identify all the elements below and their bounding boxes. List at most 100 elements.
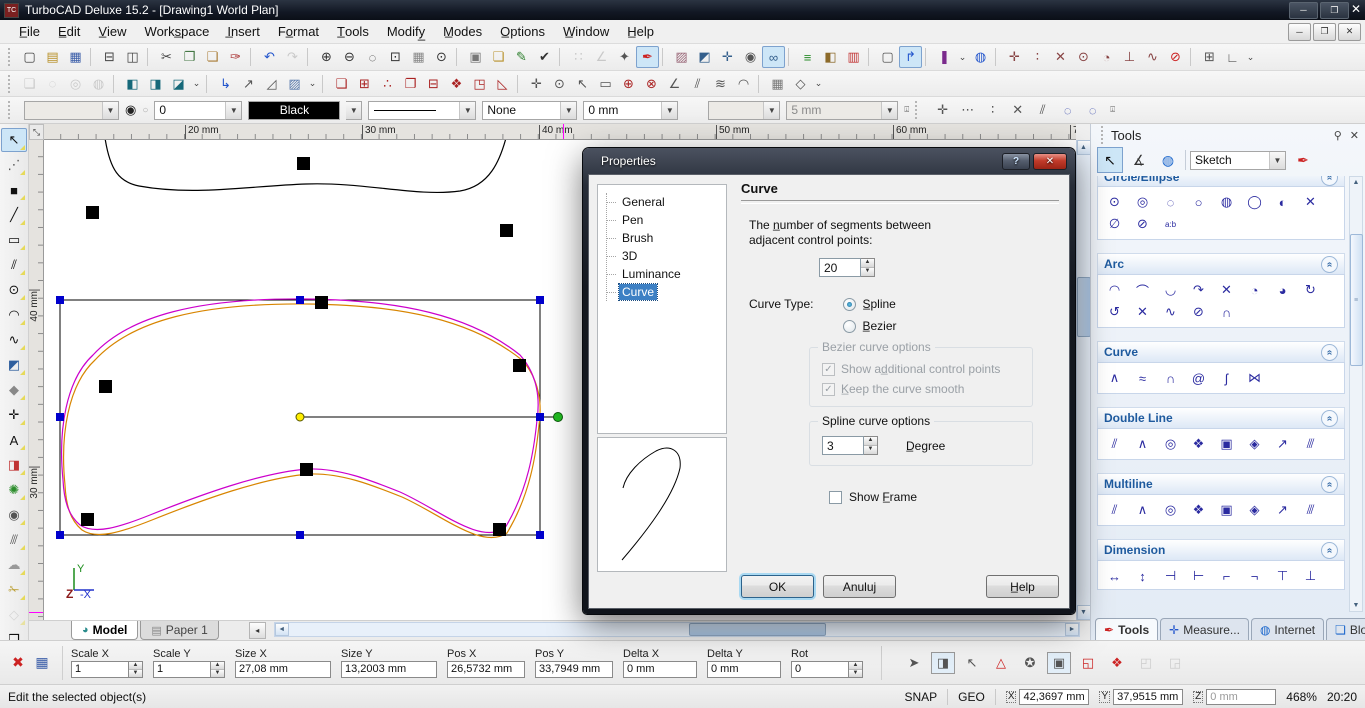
control-point[interactable] bbox=[315, 296, 328, 309]
fill-tool-icon[interactable]: ◨ bbox=[1, 453, 27, 477]
menu-item[interactable]: I̲nsert bbox=[218, 22, 269, 41]
snap-center-icon[interactable]: ⊙ bbox=[1072, 46, 1095, 68]
show-additional-points-checkbox[interactable]: ✓ bbox=[822, 363, 835, 376]
spline-radio[interactable] bbox=[843, 298, 856, 311]
toolbar-grip[interactable] bbox=[8, 75, 14, 93]
line-width-dropdown[interactable]: 0 mm▼ bbox=[583, 101, 678, 120]
tab-paper1[interactable]: ▤Paper 1 bbox=[140, 621, 218, 640]
dline-circle-icon[interactable]: ◎ bbox=[1162, 436, 1179, 452]
no-snap-icon[interactable]: ⊘ bbox=[1164, 46, 1187, 68]
circle-3point-icon[interactable]: ○ bbox=[1190, 194, 1207, 210]
snap-vertex-icon[interactable]: ✛ bbox=[1003, 46, 1026, 68]
insert-picture-icon[interactable]: ▨ bbox=[670, 46, 693, 68]
visibility-eye-icon[interactable]: ◉ bbox=[125, 102, 136, 118]
zoom-previous-icon[interactable]: ◌ bbox=[361, 46, 384, 68]
tree-item-general[interactable]: General bbox=[607, 193, 726, 211]
menu-item[interactable]: T̲ools bbox=[328, 22, 378, 41]
ok-button[interactable]: OK bbox=[741, 575, 814, 598]
toolbar-overflow2-icon[interactable]: ⌄ bbox=[1244, 46, 1257, 68]
scroll-left-icon[interactable]: ◄ bbox=[275, 623, 289, 636]
mdi-close-button[interactable]: ✕ bbox=[1338, 23, 1361, 41]
snap-cross-icon[interactable]: ✕ bbox=[1006, 99, 1029, 121]
dline-polygon-icon[interactable]: ❖ bbox=[1190, 436, 1207, 452]
circle-center-radius-icon[interactable]: ⊙ bbox=[1106, 194, 1123, 210]
move-tool-icon[interactable]: ✛ bbox=[1, 403, 27, 427]
gray-mode1-icon[interactable]: ◰ bbox=[1134, 652, 1158, 674]
bool-intersect-icon[interactable]: ◪ bbox=[167, 73, 190, 95]
text-style-dropdown[interactable]: ▼ bbox=[708, 101, 780, 120]
zoom-level[interactable]: 468% bbox=[1286, 690, 1317, 704]
copy-stack-icon[interactable]: ❐ bbox=[399, 73, 422, 95]
menu-item[interactable]: Modify̲ bbox=[378, 22, 434, 41]
point-tool-icon[interactable]: ■ bbox=[1, 178, 27, 202]
incline-icon[interactable]: ◿ bbox=[260, 73, 283, 95]
field-input[interactable]: 0 bbox=[791, 661, 849, 678]
snap-nearest-icon[interactable]: ∿ bbox=[1141, 46, 1164, 68]
save-icon[interactable]: ▦ bbox=[64, 46, 87, 68]
circle-tool-gray1-icon[interactable]: ◌ bbox=[41, 73, 64, 95]
control-point[interactable] bbox=[500, 224, 513, 237]
scroll-up-icon[interactable]: ▲ bbox=[1077, 140, 1091, 155]
dim-radius-icon[interactable]: ⌐ bbox=[1218, 568, 1235, 584]
tool-style-dropdown[interactable]: Sketch▼ bbox=[1190, 151, 1286, 170]
mdi-restore-button[interactable]: ❐ bbox=[1313, 23, 1336, 41]
arc-tool2-icon[interactable]: ◠ bbox=[1, 303, 27, 327]
catalog-icon[interactable]: ❚ bbox=[933, 46, 956, 68]
curve-spline-icon[interactable]: ≈ bbox=[1134, 370, 1151, 386]
keep-smooth-checkbox[interactable]: ✓ bbox=[822, 383, 835, 396]
curve-fit-icon[interactable]: ⋈ bbox=[1246, 370, 1263, 386]
line-tool-icon[interactable]: ╱ bbox=[1, 203, 27, 227]
select-mode-icon[interactable]: ➤ bbox=[902, 652, 926, 674]
collapse-chevron-icon[interactable]: « bbox=[1321, 256, 1338, 273]
array-rect-icon[interactable]: ⊞ bbox=[353, 73, 376, 95]
horizontal-ruler[interactable]: 20 mm30 mm40 mm50 mm60 mm70 bbox=[44, 124, 1076, 140]
lock-icon[interactable]: ○ bbox=[142, 105, 148, 116]
menu-item[interactable]: V̲iew bbox=[89, 22, 135, 41]
text-tool-icon[interactable]: A bbox=[1, 428, 27, 452]
restore-button[interactable]: ❐ bbox=[1320, 2, 1349, 19]
geo-toggle[interactable]: GEO bbox=[958, 690, 985, 704]
wave-tool-icon[interactable]: ≋ bbox=[709, 73, 732, 95]
pattern-dropdown[interactable]: None▼ bbox=[482, 101, 577, 120]
snap-middle-icon[interactable]: ∶ bbox=[1026, 46, 1049, 68]
circle-tan2-icon[interactable]: ◯ bbox=[1246, 194, 1263, 210]
minimize-button[interactable]: ─ bbox=[1289, 2, 1318, 19]
angle-tool-icon[interactable]: ∠ bbox=[663, 73, 686, 95]
text-height-dropdown[interactable]: 5 mm▼ bbox=[786, 101, 898, 120]
panel-scrollbar-thumb[interactable]: ≡ bbox=[1350, 234, 1363, 366]
table-tool-icon[interactable]: ▦ bbox=[766, 73, 789, 95]
camera-icon[interactable]: ◉ bbox=[739, 46, 762, 68]
grid-snap-icon[interactable]: ∷ bbox=[567, 46, 590, 68]
camera-tool-icon[interactable]: ◉ bbox=[1, 503, 27, 527]
curve-spiral-icon[interactable]: @ bbox=[1190, 370, 1207, 386]
tree-item-brush[interactable]: Brush bbox=[607, 229, 726, 247]
mline-segment-icon[interactable]: ⫽ bbox=[1106, 502, 1123, 518]
dim-angular-icon[interactable]: ⊢ bbox=[1190, 568, 1207, 584]
propbar-overflow-icon[interactable]: ⍗ bbox=[904, 105, 909, 115]
cancel-button[interactable]: Anuluj bbox=[823, 575, 896, 598]
panel-tab-blocks[interactable]: ❏Blocks bbox=[1326, 618, 1365, 640]
dline-multi-icon[interactable]: ∧ bbox=[1134, 436, 1151, 452]
circle-tool-gray2-icon[interactable]: ◎ bbox=[64, 73, 87, 95]
panel-tab-internet[interactable]: ◍Internet bbox=[1251, 618, 1324, 640]
dline-rot-rect-icon[interactable]: ◈ bbox=[1246, 436, 1263, 452]
field-input[interactable]: 13,2003 mm bbox=[341, 661, 437, 678]
hatch-overflow-icon[interactable]: ⌄ bbox=[306, 73, 319, 95]
format-painter-icon[interactable]: ✑ bbox=[224, 46, 247, 68]
move-3d-icon[interactable]: ✛ bbox=[716, 46, 739, 68]
menu-item[interactable]: F̲ile bbox=[10, 22, 49, 41]
field-input[interactable]: 27,08 mm bbox=[235, 661, 331, 678]
circle-tan-icon[interactable]: ◍ bbox=[1218, 194, 1235, 210]
panel-scrollbar[interactable]: ▲ ≡ ▼ bbox=[1349, 176, 1363, 612]
tree-item-pen[interactable]: Pen bbox=[607, 211, 726, 229]
tree-item-curve[interactable]: Curve bbox=[607, 283, 726, 301]
layers-icon[interactable]: ≡ bbox=[796, 46, 819, 68]
arc-half-icon[interactable]: ∩ bbox=[1218, 304, 1235, 320]
segments-input[interactable]: 20 bbox=[819, 258, 861, 277]
zoom-window-icon[interactable]: ⊡ bbox=[384, 46, 407, 68]
redo-icon[interactable]: ↷ bbox=[281, 46, 304, 68]
field-input[interactable]: 0 mm bbox=[623, 661, 697, 678]
panel-close-icon[interactable]: ✕ bbox=[1350, 129, 1359, 142]
ucs-icon[interactable]: ↱ bbox=[899, 46, 922, 68]
spinner[interactable]: ▲▼ bbox=[849, 661, 863, 678]
